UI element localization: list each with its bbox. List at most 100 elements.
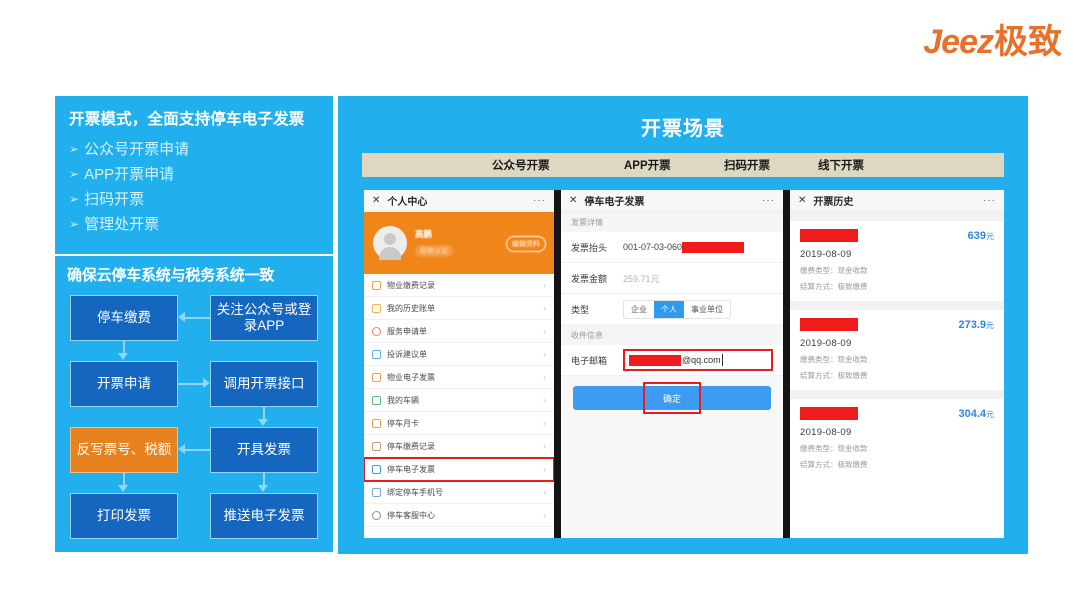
menu-label: 停车缴费记录 — [387, 441, 435, 451]
field-invoice-amount: 发票金额 259.71元 — [561, 263, 783, 294]
menu-label: 物业缴费记录 — [387, 280, 435, 290]
record-date: 2019-08-09 — [800, 338, 852, 349]
menu-item-parking-support[interactable]: 停车客服中心 › — [364, 504, 554, 527]
flow-node-follow-account: 关注公众号或登录APP — [210, 295, 318, 341]
invoicing-modes-title: 开票模式，全面支持停车电子发票 — [69, 111, 305, 128]
flowchart: 停车缴费 关注公众号或登录APP 开票申请 调用开票接口 反写票号、税额 开具发… — [67, 293, 321, 543]
email-input[interactable]: @qq.com — [623, 349, 773, 371]
screen-personal-center: ✕ 个人中心 ··· 高鹏 极致认证 编辑资料 物业缴费记录 › 我的历史账单 … — [364, 190, 554, 538]
chevron-right-icon: › — [543, 395, 546, 405]
amount-unit: 元 — [986, 409, 994, 419]
flow-node-push-invoice: 推送电子发票 — [210, 493, 318, 539]
screen-filler — [561, 420, 783, 538]
bullet-label: APP开票申请 — [84, 166, 175, 183]
chevron-right-icon: › — [543, 510, 546, 520]
text-caret — [721, 354, 723, 366]
record-amount: 273.9元 — [958, 319, 994, 331]
flow-node-print-invoice: 打印发票 — [70, 493, 178, 539]
bullet-label: 管理处开票 — [84, 216, 160, 233]
flow-arrow-head — [203, 378, 210, 388]
history-record[interactable]: 304.4元 2019-08-09 缴费类型：现金收款 结算方式：极致缴费 — [790, 399, 1004, 479]
menu-item-my-vehicles[interactable]: 我的车辆 › — [364, 389, 554, 412]
menu-item-parking-monthly-card[interactable]: 停车月卡 › — [364, 412, 554, 435]
screen-divider — [783, 190, 790, 538]
left-panel: 开票模式，全面支持停车电子发票 ➢ 公众号开票申请 ➢ APP开票申请 ➢ 扫码… — [55, 96, 333, 554]
flow-arrow-head — [258, 419, 268, 426]
tab-app-invoice[interactable]: APP开票 — [624, 157, 671, 173]
feedback-icon — [372, 349, 381, 359]
menu-item-property-payment-record[interactable]: 物业缴费记录 › — [364, 274, 554, 297]
history-record[interactable]: 639元 2019-08-09 缴费类型：现金收款 结算方式：极致缴费 — [790, 221, 1004, 301]
screen-invoice-history: ✕ 开票历史 ··· 639元 2019-08-09 缴费类型：现金收款 结算方… — [790, 190, 1004, 538]
tab-offline-invoice[interactable]: 线下开票 — [818, 157, 864, 173]
phone-screens-group: ✕ 个人中心 ··· 高鹏 极致认证 编辑资料 物业缴费记录 › 我的历史账单 … — [364, 190, 1004, 538]
card-icon — [372, 418, 381, 428]
record-top: 639元 — [800, 229, 994, 242]
record-top: 304.4元 — [800, 407, 994, 420]
menu-label: 服务申请单 — [387, 326, 427, 336]
phone-icon — [372, 487, 381, 497]
screen-title: 个人中心 — [387, 197, 428, 208]
house-icon — [372, 280, 381, 290]
more-icon[interactable]: ··· — [533, 195, 546, 206]
menu-label: 绑定停车手机号 — [387, 487, 443, 497]
menu-item-bind-parking-phone[interactable]: 绑定停车手机号 › — [364, 481, 554, 504]
more-icon[interactable]: ··· — [762, 195, 775, 206]
menu-item-parking-e-invoice[interactable]: 停车电子发票 › — [364, 457, 554, 482]
record-amount: 639元 — [968, 230, 994, 242]
section-invoice-detail: 发票详情 — [561, 212, 783, 232]
menu-item-history-bills[interactable]: 我的历史账单 › — [364, 297, 554, 320]
field-invoice-type[interactable]: 类型 企业 个人 事业单位 — [561, 294, 783, 325]
menu-item-property-e-invoice[interactable]: 物业电子发票 › — [364, 366, 554, 389]
bill-icon — [372, 303, 381, 313]
flowchart-block: 确保云停车系统与税务系统一致 停车缴费 关注公众号或登录APP 开票申请 调用开… — [55, 256, 333, 552]
type-option-enterprise[interactable]: 企业 — [624, 300, 654, 318]
close-icon[interactable]: ✕ — [798, 195, 806, 206]
profile-text: 高鹏 极致认证 — [415, 228, 453, 258]
redaction-bar — [682, 241, 745, 253]
flow-node-parking-payment: 停车缴费 — [70, 295, 178, 341]
bullet-item: ➢ APP开票申请 — [69, 162, 319, 187]
bullet-label: 扫码开票 — [84, 191, 145, 208]
record-date: 2019-08-09 — [800, 249, 852, 260]
field-label: 类型 — [571, 304, 590, 315]
menu-item-complaint-suggestion[interactable]: 投诉建议单 › — [364, 343, 554, 366]
menu-item-service-request[interactable]: 服务申请单 › — [364, 320, 554, 343]
record-amount: 304.4元 — [958, 408, 994, 420]
record-settlement: 结算方式：极致缴费 — [800, 371, 868, 380]
edit-profile-button[interactable]: 编辑资料 — [506, 236, 546, 252]
screen-title: 开票历史 — [813, 197, 854, 208]
bullet-label: 公众号开票申请 — [84, 141, 190, 158]
close-icon[interactable]: ✕ — [569, 195, 577, 206]
headset-icon — [372, 510, 381, 520]
bullet-item: ➢ 扫码开票 — [69, 187, 319, 212]
profile-badge: 极致认证 — [415, 245, 453, 257]
tab-wechat-invoice[interactable]: 公众号开票 — [492, 157, 550, 173]
flow-arrow-line — [263, 407, 265, 419]
invoicing-modes-block: 开票模式，全面支持停车电子发票 ➢ 公众号开票申请 ➢ APP开票申请 ➢ 扫码… — [55, 96, 333, 256]
type-option-individual[interactable]: 个人 — [654, 300, 684, 318]
flow-node-issue-invoice: 开具发票 — [210, 427, 318, 473]
flow-arrow-head — [258, 485, 268, 492]
history-record[interactable]: 273.9元 2019-08-09 缴费类型：现金收款 结算方式：极致缴费 — [790, 310, 1004, 390]
close-icon[interactable]: ✕ — [372, 195, 380, 206]
logo-latin: Jeez — [923, 23, 994, 61]
field-email[interactable]: 电子邮箱 @qq.com — [561, 345, 783, 376]
profile-name: 高鹏 — [415, 229, 433, 239]
type-option-institution[interactable]: 事业单位 — [684, 300, 730, 318]
email-domain: @qq.com — [682, 355, 721, 365]
screen-header: ✕ 开票历史 ··· — [790, 190, 1004, 212]
scenario-tabbar: 公众号开票 APP开票 扫码开票 线下开票 — [362, 153, 1004, 177]
menu-item-parking-payment-record[interactable]: 停车缴费记录 › — [364, 435, 554, 458]
section-receiver-info: 收件信息 — [561, 325, 783, 345]
service-icon — [372, 326, 381, 336]
type-segmented-control[interactable]: 企业 个人 事业单位 — [623, 299, 731, 319]
chevron-right-icon: › — [543, 326, 546, 336]
amount-value: 273.9 — [958, 318, 986, 331]
more-icon[interactable]: ··· — [983, 195, 996, 206]
tab-scan-invoice[interactable]: 扫码开票 — [724, 157, 770, 173]
flow-arrow-line — [185, 317, 210, 319]
field-invoice-title[interactable]: 发票抬头 001-07-03-060 — [561, 232, 783, 263]
flow-arrow-line — [123, 473, 125, 485]
chevron-right-icon: › — [543, 487, 546, 497]
